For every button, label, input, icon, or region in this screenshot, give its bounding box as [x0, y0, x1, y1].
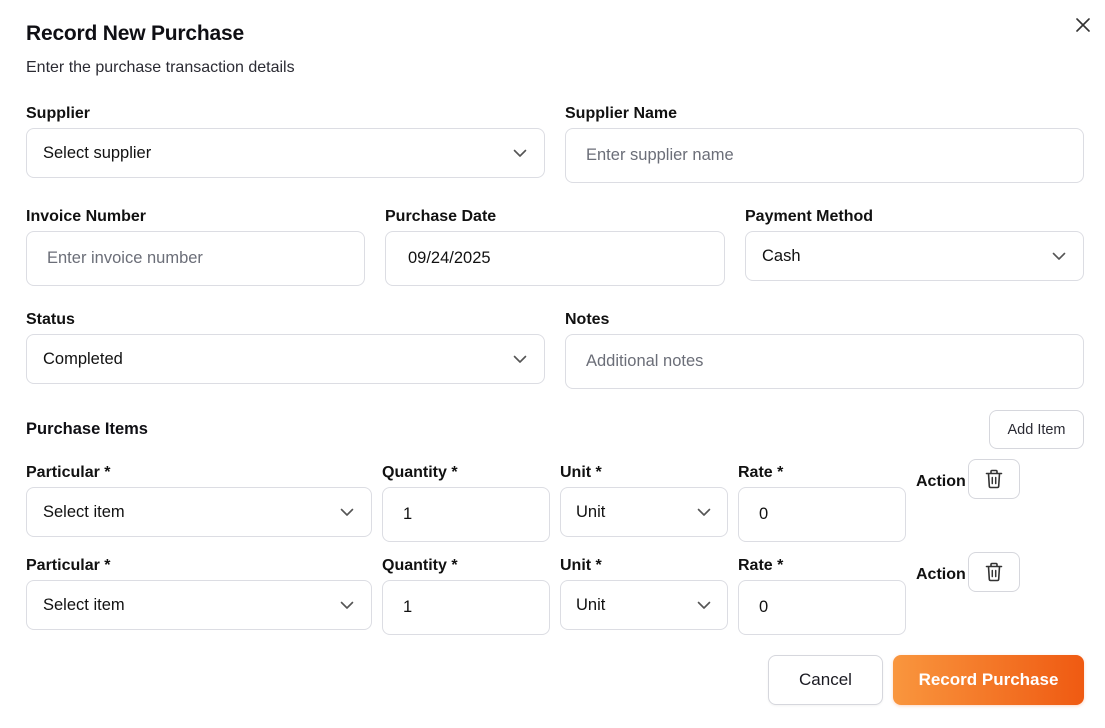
action-label: Action: [916, 566, 966, 583]
purchase-date-value: 09/24/2025: [408, 249, 491, 267]
particular-label: Particular *: [26, 557, 111, 574]
invoice-number-input[interactable]: Enter invoice number: [26, 231, 365, 286]
chevron-down-icon: [696, 504, 712, 520]
delete-item-button[interactable]: [968, 459, 1020, 499]
quantity-input[interactable]: 1: [382, 487, 550, 542]
particular-select[interactable]: Select item: [26, 487, 372, 537]
chevron-down-icon: [696, 597, 712, 613]
dialog-subtitle: Enter the purchase transaction details: [26, 59, 295, 76]
record-purchase-button[interactable]: Record Purchase: [893, 655, 1084, 705]
quantity-label: Quantity *: [382, 464, 458, 481]
rate-label: Rate *: [738, 464, 784, 481]
chevron-down-icon: [512, 351, 528, 367]
unit-select[interactable]: Unit: [560, 580, 728, 630]
trash-icon[interactable]: [985, 469, 1003, 489]
supplier-name-label: Supplier Name: [565, 105, 678, 122]
status-value: Completed: [43, 349, 123, 368]
purchase-date-label: Purchase Date: [385, 208, 497, 225]
status-label: Status: [26, 311, 75, 328]
rate-input[interactable]: 0: [738, 580, 906, 635]
chevron-down-icon: [1051, 248, 1067, 264]
rate-input[interactable]: 0: [738, 487, 906, 542]
notes-label: Notes: [565, 311, 610, 328]
action-label: Action: [916, 473, 966, 490]
status-select[interactable]: Completed: [26, 334, 545, 384]
add-item-button[interactable]: Add Item: [989, 410, 1084, 449]
unit-label: Unit *: [560, 464, 602, 481]
quantity-value: 1: [403, 505, 413, 523]
purchase-date-input[interactable]: 09/24/2025: [385, 231, 725, 286]
supplier-select-value: Select supplier: [43, 143, 152, 162]
supplier-name-input[interactable]: Enter supplier name: [565, 128, 1084, 183]
supplier-select[interactable]: Select supplier: [26, 128, 545, 178]
notes-input[interactable]: Additional notes: [565, 334, 1084, 389]
particular-value: Select item: [43, 595, 125, 614]
particular-value: Select item: [43, 502, 125, 521]
supplier-label: Supplier: [26, 105, 91, 122]
rate-label: Rate *: [738, 557, 784, 574]
invoice-number-placeholder: Enter invoice number: [47, 249, 203, 267]
dialog-title: Record New Purchase: [26, 22, 244, 45]
rate-value: 0: [759, 505, 769, 523]
chevron-down-icon: [339, 504, 355, 520]
notes-placeholder: Additional notes: [586, 352, 704, 370]
unit-value: Unit: [576, 502, 606, 521]
payment-method-label: Payment Method: [745, 208, 874, 225]
chevron-down-icon: [339, 597, 355, 613]
purchase-items-title: Purchase Items: [26, 420, 148, 438]
quantity-value: 1: [403, 598, 413, 616]
invoice-number-label: Invoice Number: [26, 208, 147, 225]
cancel-button[interactable]: Cancel: [768, 655, 883, 705]
rate-value: 0: [759, 598, 769, 616]
trash-icon[interactable]: [985, 562, 1003, 582]
close-button[interactable]: [1072, 14, 1094, 36]
unit-select[interactable]: Unit: [560, 487, 728, 537]
particular-select[interactable]: Select item: [26, 580, 372, 630]
supplier-name-placeholder: Enter supplier name: [586, 146, 734, 164]
payment-method-select[interactable]: Cash: [745, 231, 1084, 281]
close-icon[interactable]: [1076, 18, 1090, 32]
chevron-down-icon: [512, 145, 528, 161]
particular-label: Particular *: [26, 464, 111, 481]
unit-value: Unit: [576, 595, 606, 614]
quantity-label: Quantity *: [382, 557, 458, 574]
payment-method-value: Cash: [762, 246, 801, 265]
delete-item-button[interactable]: [968, 552, 1020, 592]
unit-label: Unit *: [560, 557, 602, 574]
quantity-input[interactable]: 1: [382, 580, 550, 635]
